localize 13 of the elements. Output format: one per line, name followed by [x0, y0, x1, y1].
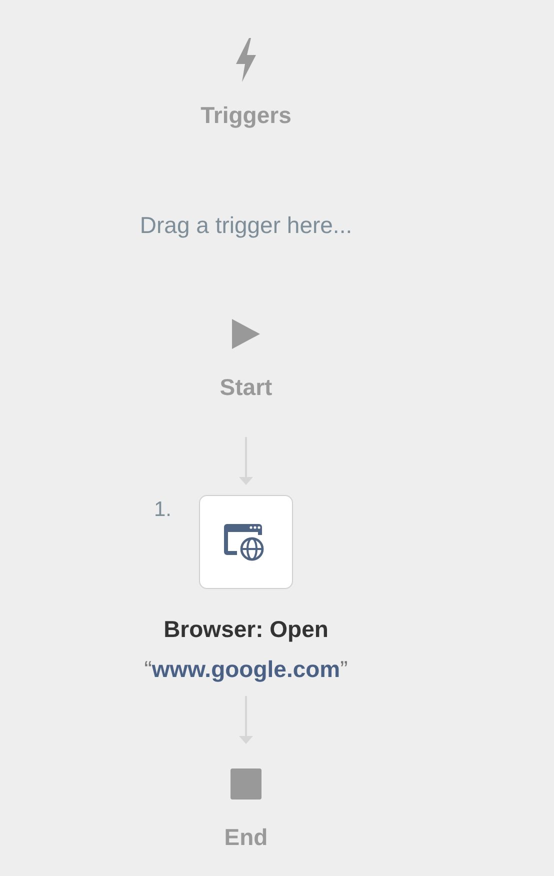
start-label: Start — [220, 374, 272, 400]
play-icon — [231, 318, 261, 350]
lightning-icon — [234, 38, 258, 82]
down-arrow-icon — [239, 696, 253, 744]
triggers-label: Triggers — [200, 102, 292, 128]
browser-step-card[interactable] — [199, 495, 293, 589]
step-title: Browser: Open — [164, 616, 328, 642]
trigger-drop-zone[interactable]: Drag a trigger here... — [140, 212, 352, 238]
step-number: 1. — [154, 497, 172, 523]
down-arrow-icon — [239, 437, 253, 485]
stop-icon — [230, 768, 262, 800]
step-argument: “www.google.com” — [144, 656, 348, 682]
end-label: End — [224, 824, 268, 850]
